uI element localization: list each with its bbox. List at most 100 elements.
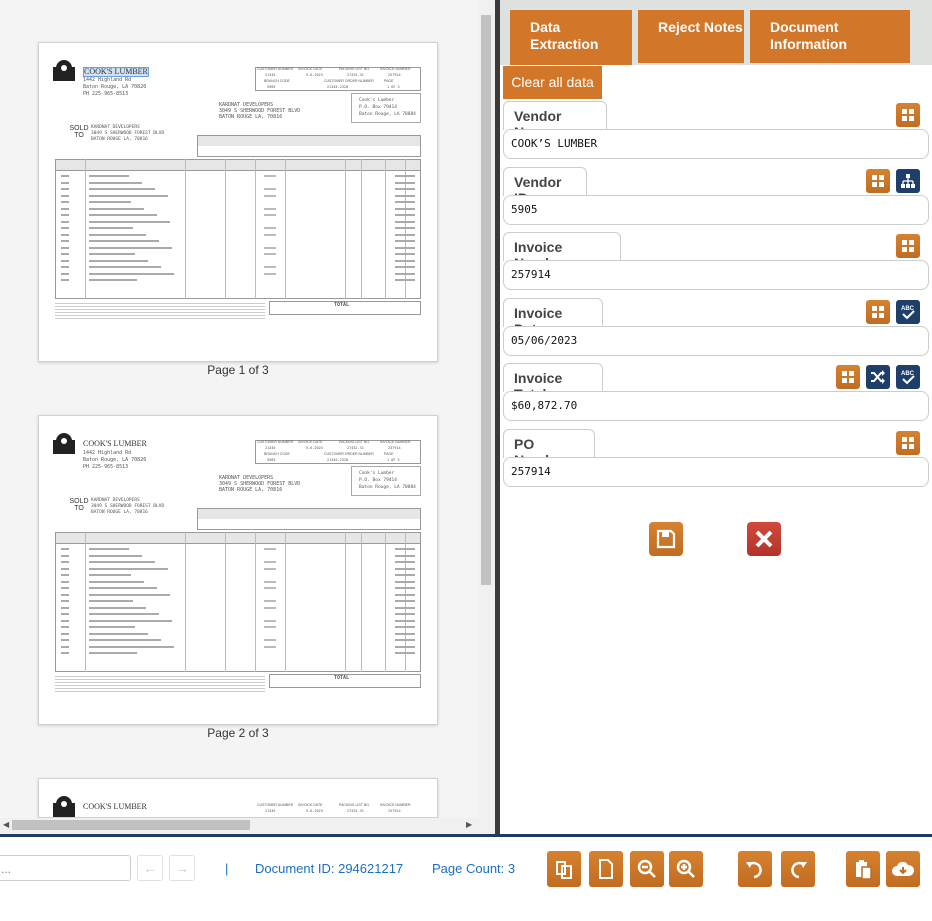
next-page-button[interactable]: → — [169, 855, 195, 881]
page-thumbnail[interactable]: COOK'S LUMBER CUSTOMER NUMBER 21345 INVOICE… — [38, 778, 438, 818]
rotate-left-icon — [746, 861, 762, 879]
grid-button[interactable] — [836, 365, 860, 389]
sold-to-line: BATON ROUGE LA, 70816 — [91, 137, 148, 142]
page-thumbnail[interactable]: COOK'S LUMBER 1442 Highland Rd Baton Rouge… — [38, 42, 438, 362]
header-val: 257914 — [388, 809, 401, 813]
spellcheck-button[interactable]: ABC — [896, 299, 920, 324]
vertical-scrollbar[interactable] — [478, 0, 493, 818]
multi-page-view-button[interactable] — [547, 851, 581, 887]
zoom-in-button[interactable] — [669, 851, 703, 887]
field-input[interactable]: 257914 — [503, 260, 929, 290]
header-val: 5-6-2023 — [306, 446, 323, 450]
hierarchy-button[interactable] — [896, 168, 920, 193]
field-input[interactable]: 05/06/2023 — [503, 325, 929, 356]
header-col: INVOICE NUMBER — [380, 67, 411, 71]
rotate-left-button[interactable] — [738, 851, 772, 887]
remit-line: Cook's Lumber — [359, 98, 395, 103]
tab-reject-notes[interactable]: Reject Notes — [638, 10, 744, 63]
company-address: Baton Rouge, LA 70820 — [83, 457, 147, 463]
company-address: 1442 Highland Rd — [83, 450, 132, 456]
company-address: 1442 Highland Rd — [83, 77, 132, 83]
header-col: INVOICE NUMBER — [380, 440, 411, 444]
header-val: 27432-31 — [347, 809, 364, 813]
sold-to-line: 3049 S SHERWOOD FOREST BLVD — [91, 131, 165, 136]
single-page-view-button[interactable] — [589, 851, 623, 887]
scroll-left-arrow[interactable]: ◀ — [3, 820, 9, 829]
header-col: INVOICE DATE — [298, 803, 323, 807]
branch-val: 1 OF 3 — [387, 458, 400, 462]
zoom-in-icon — [676, 859, 695, 878]
page-thumbnail[interactable]: COOK'S LUMBER 1442 Highland Rd Baton Rouge… — [38, 415, 438, 725]
field-label: PO Number — [503, 428, 595, 468]
saw-blade-logo-icon — [53, 60, 75, 81]
header-val: 21345 — [265, 73, 276, 77]
company-name: COOK'S LUMBER — [83, 67, 149, 77]
tab-document-information[interactable]: Document Information — [750, 10, 910, 63]
vertical-scrollbar-thumb[interactable] — [481, 15, 491, 585]
sold-to-line: KARDNAT DEVELOPERS — [91, 498, 140, 503]
field-label: Invoice Total — [503, 363, 603, 402]
header-col: INVOICE DATE — [298, 440, 323, 444]
spellcheck-button[interactable]: ABC — [896, 365, 920, 389]
zoom-out-icon — [637, 859, 656, 878]
company-address: PH 225-965-8513 — [83, 91, 129, 97]
zoom-out-button[interactable] — [630, 851, 664, 887]
shuffle-button[interactable] — [866, 365, 890, 389]
previous-page-button[interactable]: ← — [137, 855, 163, 881]
save-icon — [656, 529, 676, 549]
save-button[interactable] — [649, 522, 683, 556]
branch-val: 21345-2328 — [327, 85, 349, 89]
grid-icon — [902, 240, 914, 252]
document-id: Document ID: 294621217 — [255, 861, 404, 876]
grid-icon — [902, 436, 914, 449]
spellcheck-icon: ABC — [901, 306, 915, 319]
header-val: 5-6-2023 — [306, 809, 323, 813]
branch-val: 21345-2328 — [327, 458, 349, 462]
remit-line: P.O. Box 79414 — [359, 105, 397, 110]
scroll-right-arrow[interactable]: ▶ — [466, 820, 472, 829]
grid-icon — [872, 174, 884, 187]
grid-button[interactable] — [896, 430, 920, 455]
clipboard-icon — [856, 860, 872, 880]
grid-button[interactable] — [896, 234, 920, 258]
header-val: 21345 — [265, 809, 276, 813]
horizontal-scrollbar-thumb[interactable] — [12, 820, 250, 830]
company-address: Baton Rouge, LA 70820 — [83, 84, 147, 90]
header-col: CUSTOMER NUMBER — [257, 67, 294, 71]
rotate-right-button[interactable] — [781, 851, 815, 887]
upload-button[interactable] — [886, 851, 920, 887]
field-input[interactable]: 5905 — [503, 194, 929, 225]
total-label: TOTAL — [334, 302, 350, 308]
horizontal-scrollbar[interactable]: ◀ ▶ — [0, 818, 478, 832]
grid-icon — [872, 305, 884, 318]
branch-col: CUSTOMER ORDER NUMBER — [324, 452, 374, 456]
branch-col: PAGE — [384, 79, 394, 83]
grid-button[interactable] — [866, 168, 890, 193]
page-icon — [599, 859, 613, 879]
company-name: COOK'S LUMBER — [83, 802, 147, 811]
cancel-button[interactable] — [747, 522, 781, 556]
spellcheck-icon: ABC — [901, 371, 915, 385]
page-input[interactable]: ... — [0, 855, 131, 881]
header-val: 5-6-2023 — [306, 73, 323, 77]
ship-to-line: BATON ROUGE LA, 70816 — [219, 114, 283, 120]
total-label: TOTAL — [334, 675, 350, 681]
ship-to-line: BATON ROUGE LA, 70816 — [219, 487, 283, 493]
field-input[interactable]: $60,872.70 — [503, 391, 929, 421]
branch-val: 5905 — [267, 458, 276, 462]
paste-button[interactable] — [846, 851, 880, 887]
field-input[interactable]: COOK’S LUMBER — [503, 129, 929, 159]
clear-all-data-button[interactable]: Clear all data — [503, 66, 602, 99]
grid-button[interactable] — [896, 103, 920, 127]
tab-data-extraction[interactable]: Data Extraction — [510, 10, 632, 65]
field-input[interactable]: 257914 — [503, 456, 929, 487]
page-thumbnails[interactable]: COOK'S LUMBER 1442 Highland Rd Baton Rouge… — [0, 0, 478, 818]
field-label: Invoice Date — [503, 297, 603, 337]
page-count: Page Count: 3 — [432, 861, 516, 876]
grid-icon — [842, 371, 854, 383]
sold-to-line: KARDNAT DEVELOPERS — [91, 125, 140, 130]
field-label: Invoice Number — [503, 232, 621, 271]
document-viewer-panel: COOK'S LUMBER 1442 Highland Rd Baton Rouge… — [0, 0, 495, 834]
hierarchy-icon — [901, 173, 915, 188]
grid-button[interactable] — [866, 299, 890, 324]
